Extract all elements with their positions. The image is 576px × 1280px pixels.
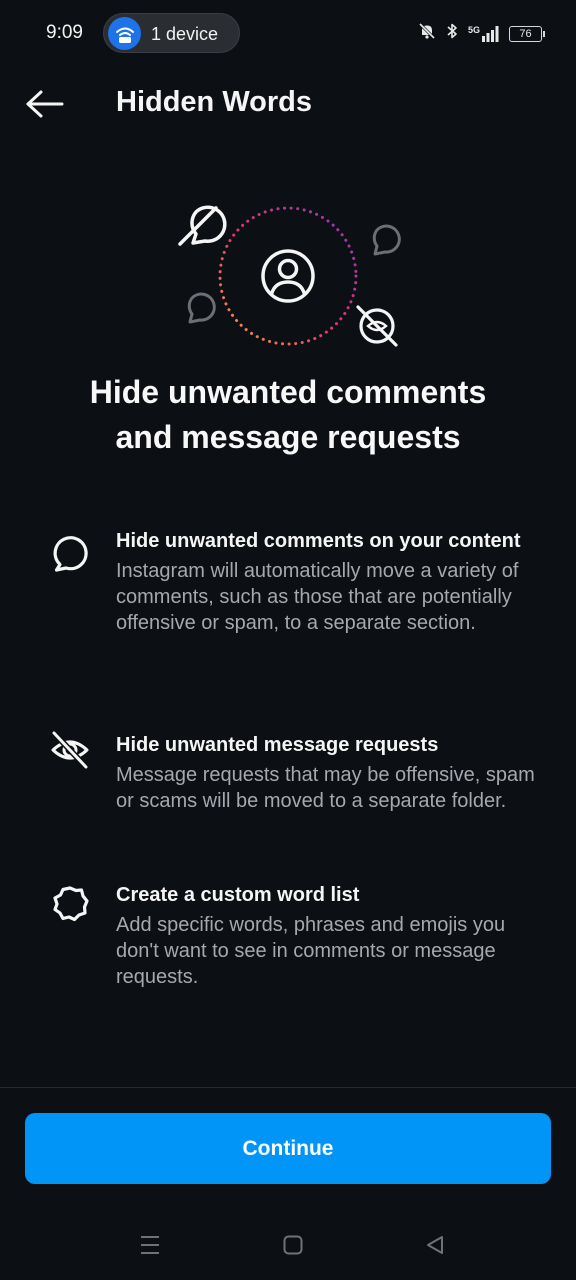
headline-line-2: and message requests bbox=[115, 419, 461, 455]
profile-icon bbox=[261, 249, 315, 303]
signal-5g-icon: 5G bbox=[468, 25, 499, 43]
square-icon bbox=[283, 1235, 303, 1255]
gear-icon bbox=[48, 882, 92, 926]
device-pill-label: 1 device bbox=[151, 24, 219, 44]
battery-icon: 76 bbox=[509, 25, 545, 42]
feature-description: Add specific words, phrases and emojis y… bbox=[116, 914, 506, 988]
bluetooth-icon bbox=[446, 22, 458, 45]
headline-line-1: Hide unwanted comments bbox=[89, 374, 487, 410]
network-type-label: 5G bbox=[467, 24, 480, 35]
back-button[interactable] bbox=[22, 84, 66, 124]
status-bar: 9:09 1 device 5G 76 bbox=[0, 0, 576, 66]
feature-text: Create a custom word list Add specific w… bbox=[116, 882, 536, 990]
comment-bubble-faint-icon bbox=[372, 224, 401, 256]
hero-headline: Hide unwanted comments and message reque… bbox=[40, 370, 536, 460]
connected-device-pill[interactable]: 1 device bbox=[103, 13, 240, 53]
triangle-back-icon bbox=[427, 1236, 443, 1254]
feature-description: Instagram will automatically move a vari… bbox=[116, 560, 519, 634]
status-icons: 5G 76 bbox=[418, 22, 545, 45]
continue-button[interactable]: Continue bbox=[25, 1113, 551, 1184]
feature-title: Hide unwanted message requests bbox=[116, 734, 439, 756]
page-title: Hidden Words bbox=[116, 86, 313, 118]
system-nav-bar bbox=[0, 1220, 576, 1270]
footer-divider bbox=[0, 1087, 576, 1088]
feature-text: Hide unwanted message requests Message r… bbox=[116, 732, 536, 814]
menu-lines-icon bbox=[141, 1236, 159, 1254]
bell-muted-icon bbox=[418, 22, 436, 45]
system-back-button[interactable] bbox=[421, 1232, 449, 1258]
hidden-message-icon bbox=[356, 305, 398, 347]
app-header: Hidden Words bbox=[0, 72, 576, 136]
feature-title: Create a custom word list bbox=[116, 884, 360, 906]
feature-description: Message requests that may be offensive, … bbox=[116, 764, 535, 812]
feature-text: Hide unwanted comments on your content I… bbox=[116, 528, 536, 636]
hidden-comment-icon bbox=[178, 205, 227, 246]
wifi-hotspot-icon bbox=[108, 17, 141, 50]
back-arrow-icon bbox=[26, 90, 64, 118]
status-time: 9:09 bbox=[46, 22, 83, 43]
home-button[interactable] bbox=[279, 1232, 307, 1258]
hero-illustration bbox=[160, 196, 416, 356]
recent-apps-button[interactable] bbox=[136, 1232, 164, 1258]
feature-title: Hide unwanted comments on your content bbox=[116, 530, 521, 552]
eye-off-icon bbox=[48, 728, 92, 772]
comment-bubble-icon bbox=[48, 532, 92, 576]
comment-bubble-faint-icon-left bbox=[187, 292, 216, 324]
